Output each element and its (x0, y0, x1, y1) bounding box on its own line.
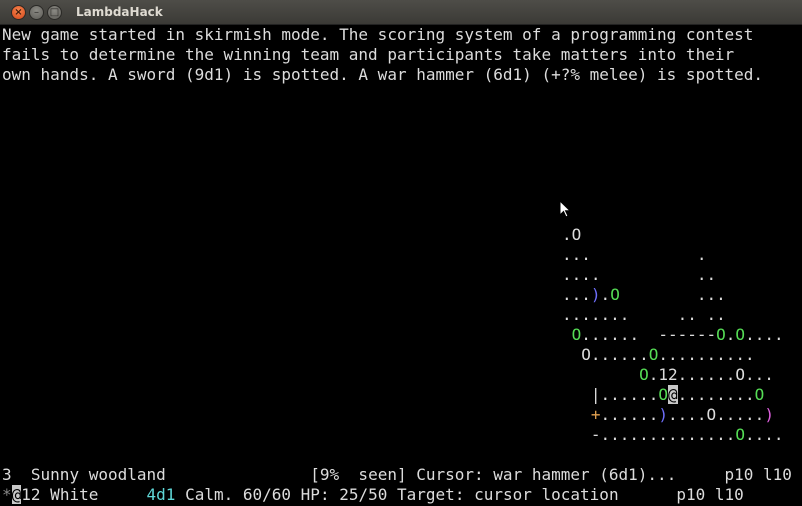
tree-tile: O (735, 325, 746, 344)
map-tile: .. (696, 265, 717, 284)
page-indicator: p10 l10 (676, 485, 744, 504)
seen-percentage: [9% seen] (310, 465, 407, 484)
map-tile (562, 405, 591, 424)
map-tile: ... (696, 285, 726, 304)
item-weapon: ) (658, 405, 668, 424)
map-row: -..............O.... (562, 425, 784, 445)
tree-tile: O (754, 385, 765, 404)
map-tile: ....... (562, 305, 630, 324)
game-terminal[interactable]: New game started in skirmish mode. The s… (0, 25, 802, 506)
map-tile (562, 365, 639, 384)
door-tile: + (590, 405, 601, 424)
map-tile (562, 325, 572, 344)
map-tile (601, 265, 697, 284)
minimize-icon: – (34, 6, 39, 18)
leader-name: 12 White (21, 485, 99, 504)
map-tile: .... (562, 265, 601, 284)
tree-tile: O (571, 325, 582, 344)
map-tile: .... (745, 425, 784, 444)
map-row: |......O@........O (562, 385, 764, 405)
map-tile: .. .. (677, 305, 726, 324)
map-tile: -.............. (562, 425, 736, 444)
player-hero[interactable]: @ (667, 385, 678, 404)
tree-tile: O (648, 345, 659, 364)
item-weapon: ) (764, 405, 774, 424)
message-line: New game started in skirmish mode. The s… (2, 25, 754, 44)
calm-stat: Calm. 60/60 (185, 485, 292, 504)
damage-dice: 4d1 (146, 485, 176, 504)
map-tile (620, 285, 697, 304)
map-tile (629, 305, 677, 324)
item-weapon: ) (590, 285, 601, 304)
window-titlebar: × – □ LambdaHack (0, 0, 802, 25)
map-tile: ...... (600, 405, 659, 424)
window-title: LambdaHack (76, 5, 163, 19)
map-tile: . (562, 225, 572, 244)
map-tile: .......... (658, 345, 755, 364)
map-row: O......O.......... (562, 345, 755, 365)
status-line-1: 3 Sunny woodland [9% seen] Cursor: war h… (2, 465, 792, 485)
tree-tile: O (658, 385, 668, 404)
map-row: .O (562, 225, 581, 245)
level-number: 3 (2, 465, 12, 484)
maximize-icon: □ (49, 6, 60, 18)
tree-tile: O (610, 285, 620, 304)
map-tile (591, 245, 697, 264)
minimize-button[interactable]: – (29, 5, 44, 20)
tree-tile: O (639, 365, 649, 384)
map-tile: |...... (562, 385, 659, 404)
hp-stat: HP: 25/50 (300, 485, 388, 504)
tree-tile: O (716, 325, 726, 344)
map-row: O...... ------O.O.... (562, 325, 784, 345)
selected-marker: * (2, 485, 12, 504)
map-tile: O...... (562, 345, 649, 364)
map-tile: ... (562, 245, 591, 264)
message-line: own hands. A sword (9d1) is spotted. A w… (2, 65, 763, 84)
leader-avatar[interactable]: @ (11, 485, 22, 504)
page-indicator-bottom (619, 485, 677, 504)
maximize-button[interactable]: □ (47, 5, 62, 20)
mouse-pointer-icon (559, 200, 571, 218)
map-row: +......)....O.....) (562, 405, 774, 425)
status-line-2: *@12 White 4d1 Calm. 60/60 HP: 25/50 Tar… (2, 485, 744, 505)
close-button[interactable]: × (11, 5, 26, 20)
page-indicator: p10 l10 (724, 465, 792, 484)
map-tile: .... (745, 325, 784, 344)
level-name: Sunny woodland (30, 465, 166, 484)
cursor-description: Cursor: war hammer (6d1)... (416, 465, 677, 484)
map-row: ...).O ... (562, 285, 726, 305)
map-tile: ... (562, 285, 591, 304)
map-tile: ........ (677, 385, 755, 404)
map-row: ... . (562, 245, 707, 265)
map-tile: .12......O... (648, 365, 774, 384)
map-tile: . (600, 285, 611, 304)
tree-tile: O (735, 425, 746, 444)
map-tile: ...... ------ (581, 325, 717, 344)
target-description: Target: cursor location (397, 485, 619, 504)
map-row: ....... .. .. (562, 305, 726, 325)
map-row: .... .. (562, 265, 716, 285)
tree-tile: O (571, 225, 582, 244)
message-line: fails to determine the winning team and … (2, 45, 735, 64)
map-tile: . (725, 325, 736, 344)
close-icon: × (14, 6, 23, 18)
map-tile: ....O..... (667, 405, 765, 424)
map-row: O.12......O... (562, 365, 774, 385)
map-tile: . (696, 245, 707, 264)
